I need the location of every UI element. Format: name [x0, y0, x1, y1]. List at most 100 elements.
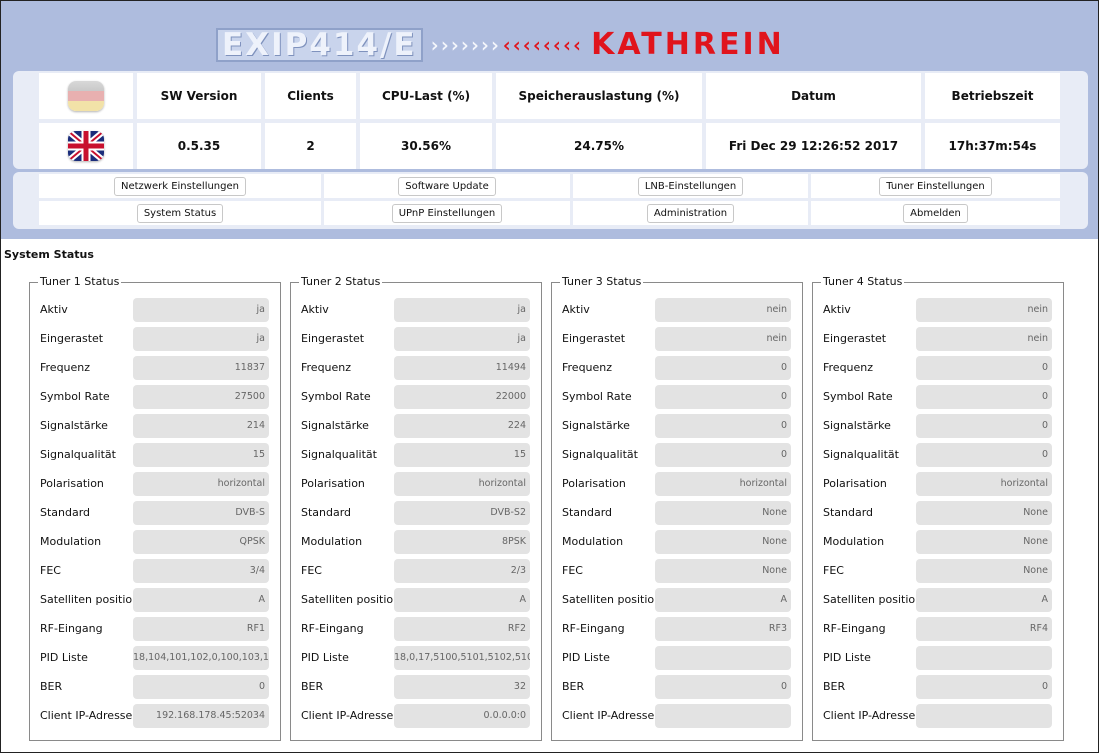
status-row: Frequenz 0: [552, 354, 802, 383]
row-value-field: 0.0.0.0:0: [394, 704, 530, 728]
row-label: Symbol Rate: [301, 390, 371, 403]
row-value-field: RF4: [916, 617, 1052, 641]
header-cpu-load: CPU-Last (%): [360, 73, 492, 119]
row-label: Symbol Rate: [823, 390, 893, 403]
row-label: RF-Eingang: [301, 622, 364, 635]
nav-cell: Administration: [573, 201, 808, 225]
row-value-field: horizontal: [916, 472, 1052, 496]
memory-usage-value: 24.75%: [496, 123, 702, 169]
nav-cell: LNB-Einstellungen: [573, 174, 808, 198]
row-label: Symbol Rate: [40, 390, 110, 403]
uk-flag-icon[interactable]: [68, 131, 104, 161]
row-label: Eingerastet: [301, 332, 365, 345]
row-label: Signalstärke: [823, 419, 891, 432]
tuner-3-status-panel: Tuner 3 Status Aktiv nein Eingerastet nein Fr…: [551, 275, 803, 741]
status-row: Standard None: [813, 499, 1063, 528]
uptime-value: 17h:37m:54s: [925, 123, 1060, 169]
status-row: Frequenz 0: [813, 354, 1063, 383]
status-row: FEC 3/4: [30, 557, 280, 586]
status-row: RF-Eingang RF1: [30, 615, 280, 644]
row-value-field: 0: [916, 356, 1052, 380]
row-label: Eingerastet: [562, 332, 626, 345]
lnb-settings-button[interactable]: LNB-Einstellungen: [637, 176, 744, 196]
tuner-2-title: Tuner 2 Status: [299, 275, 383, 288]
status-row: Modulation QPSK: [30, 528, 280, 557]
row-value-field: 2/3: [394, 559, 530, 583]
tuner-settings-button[interactable]: Tuner Einstellungen: [879, 176, 992, 196]
row-value-field: horizontal: [394, 472, 530, 496]
upnp-settings-button[interactable]: UPnP Einstellungen: [391, 203, 503, 223]
row-label: Frequenz: [823, 361, 874, 374]
row-label: BER: [562, 680, 585, 693]
row-value-field: 192.168.178.45:52034: [133, 704, 269, 728]
row-label: Aktiv: [301, 303, 329, 316]
row-label: FEC: [301, 564, 322, 577]
product-logo: EXIP414/E: [216, 28, 423, 62]
info-panel: SW Version Clients CPU-Last (%) Speicher…: [13, 71, 1088, 169]
row-value-field: 0: [655, 356, 791, 380]
logout-button[interactable]: Abmelden: [903, 203, 968, 223]
status-row: Satelliten position A: [291, 586, 541, 615]
german-flag-icon[interactable]: [68, 81, 104, 111]
row-value-field: RF3: [655, 617, 791, 641]
status-row: RF-Eingang RF3: [552, 615, 802, 644]
status-row: Polarisation horizontal: [813, 470, 1063, 499]
header: EXIP414/E ››››››› ‹‹‹‹‹‹‹‹ KATHREIN SW V…: [1, 1, 1098, 239]
logo-banner: EXIP414/E ››››››› ‹‹‹‹‹‹‹‹ KATHREIN: [216, 28, 785, 62]
row-label: Eingerastet: [40, 332, 104, 345]
row-value-field: 3/4: [133, 559, 269, 583]
status-row: Modulation 8PSK: [291, 528, 541, 557]
row-label: Polarisation: [40, 477, 104, 490]
status-row: Aktiv ja: [30, 296, 280, 325]
row-value-field: horizontal: [133, 472, 269, 496]
row-label: RF-Eingang: [823, 622, 886, 635]
tuner-4-title: Tuner 4 Status: [821, 275, 905, 288]
tuner-1-title: Tuner 1 Status: [38, 275, 122, 288]
status-row: Modulation None: [552, 528, 802, 557]
status-row: Client IP-Adresse 0.0.0.0:0: [291, 702, 541, 731]
row-value-field: 11494: [394, 356, 530, 380]
row-label: PID Liste: [562, 651, 610, 664]
row-label: Satelliten position: [823, 593, 923, 606]
status-row: Signalstärke 0: [813, 412, 1063, 441]
row-value-field: 0: [916, 385, 1052, 409]
status-row: Frequenz 11837: [30, 354, 280, 383]
administration-button[interactable]: Administration: [646, 203, 735, 223]
status-row: Frequenz 11494: [291, 354, 541, 383]
status-row: Standard DVB-S2: [291, 499, 541, 528]
row-label: Client IP-Adresse: [562, 709, 655, 722]
row-label: Polarisation: [823, 477, 887, 490]
status-row: PID Liste: [813, 644, 1063, 673]
row-value-field: None: [655, 559, 791, 583]
software-update-button[interactable]: Software Update: [398, 176, 496, 196]
row-value-field: RF1: [133, 617, 269, 641]
row-label: Client IP-Adresse: [40, 709, 133, 722]
row-value-field: ja: [394, 327, 530, 351]
row-label: BER: [301, 680, 324, 693]
system-status-button[interactable]: System Status: [136, 203, 224, 223]
row-label: Satelliten position: [40, 593, 140, 606]
lang-en-cell[interactable]: [39, 123, 133, 169]
lang-de-cell[interactable]: [39, 73, 133, 119]
row-label: Frequenz: [40, 361, 91, 374]
network-settings-button[interactable]: Netzwerk Einstellungen: [113, 176, 246, 196]
row-value-field: 224: [394, 414, 530, 438]
status-row: Aktiv nein: [552, 296, 802, 325]
status-row: Standard DVB-S: [30, 499, 280, 528]
row-value-field: ja: [133, 327, 269, 351]
row-label: RF-Eingang: [40, 622, 103, 635]
row-value-field: QPSK: [133, 530, 269, 554]
status-row: BER 32: [291, 673, 541, 702]
status-row: BER 0: [552, 673, 802, 702]
chevrons-red-icon: ‹‹‹‹‹‹‹‹: [500, 33, 583, 57]
row-value-field: DVB-S: [133, 501, 269, 525]
row-value-field: ja: [133, 298, 269, 322]
status-row: Client IP-Adresse: [813, 702, 1063, 731]
row-value-field: 15: [394, 443, 530, 467]
tuner-2-status-panel: Tuner 2 Status Aktiv ja Eingerastet ja Freque…: [290, 275, 542, 741]
status-row: BER 0: [30, 673, 280, 702]
row-value-field: None: [655, 501, 791, 525]
row-value-field: 0: [655, 443, 791, 467]
row-value-field: 11837: [133, 356, 269, 380]
cpu-load-value: 30.56%: [360, 123, 492, 169]
